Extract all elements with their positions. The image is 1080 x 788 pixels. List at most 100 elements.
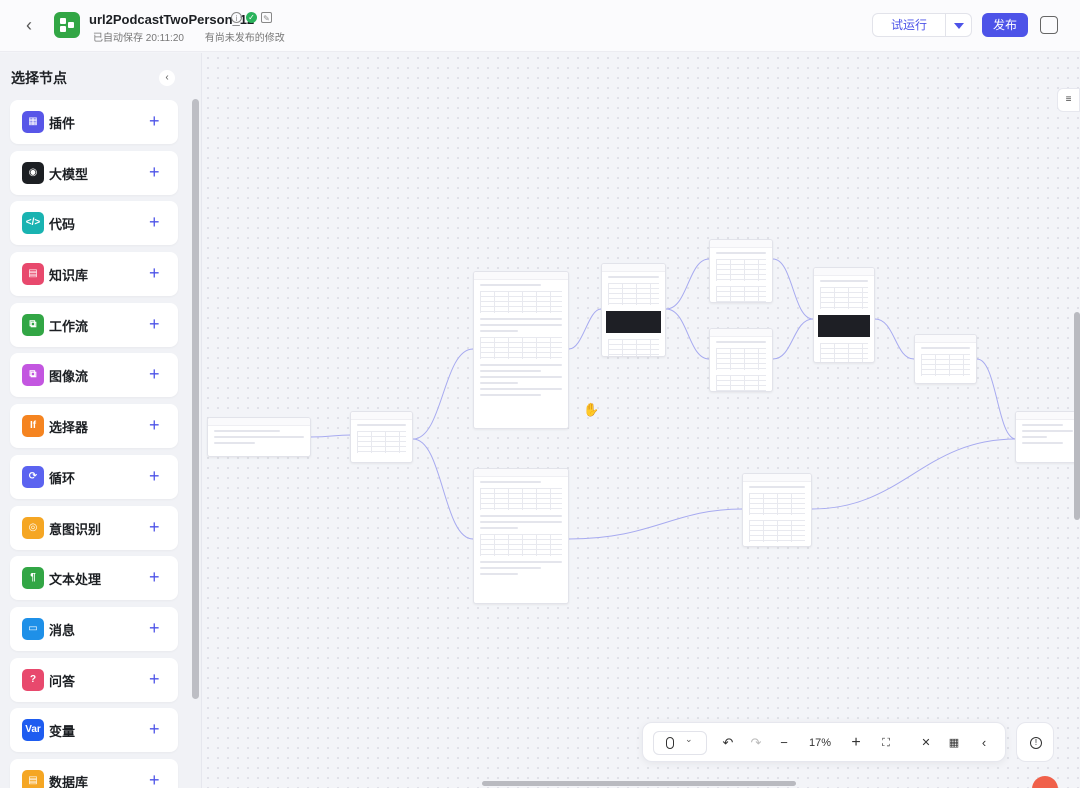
hand-cursor-icon: ✋	[583, 402, 600, 417]
comment-icon[interactable]: ‹	[975, 732, 993, 754]
panel-toggle-icon[interactable]: ≡	[1057, 88, 1080, 112]
sidebar-item-plugin[interactable]: ▦ 插件 +	[10, 100, 178, 144]
tts-node-b[interactable]	[709, 328, 773, 392]
sidebar-item-code[interactable]: </> 代码 +	[10, 201, 178, 246]
fit-view-icon[interactable]: ⛶	[877, 732, 895, 754]
sidebar-item-label: 工作流	[49, 318, 89, 334]
code-node[interactable]	[601, 263, 666, 357]
autosave-text: 已自动保存 20:11:20	[93, 33, 184, 44]
canvas-horizontal-scrollbar[interactable]	[482, 781, 796, 786]
edge	[412, 438, 474, 540]
sidebar-item-text[interactable]: ¶ 文本处理 +	[10, 556, 178, 601]
code-icon: </>	[22, 212, 44, 235]
add-node-plus-icon[interactable]: +	[149, 769, 160, 788]
edge	[976, 358, 1017, 440]
sidebar-item-variable[interactable]: Var 变量 +	[10, 708, 178, 753]
add-node-plus-icon[interactable]: +	[149, 414, 160, 436]
sidebar-item-qa[interactable]: ? 问答 +	[10, 657, 178, 702]
zoom-in-icon[interactable]: +	[847, 732, 865, 754]
add-node-plus-icon[interactable]: +	[149, 313, 160, 335]
sidebar-item-label: 文本处理	[49, 572, 102, 588]
add-node-plus-icon[interactable]: +	[149, 110, 160, 132]
sidebar-item-llm[interactable]: ◉ 大模型 +	[10, 150, 178, 195]
add-node-plus-icon[interactable]: +	[149, 718, 160, 740]
text-process-node[interactable]	[742, 473, 812, 547]
sidebar-item-label: 数据库	[49, 774, 89, 788]
interaction-mode-select[interactable]: ⌄	[653, 731, 707, 755]
info-icon[interactable]: i	[231, 12, 242, 23]
sidebar-item-label: 大模型	[49, 166, 89, 182]
qa-icon: ?	[22, 668, 44, 691]
help-button[interactable]: !	[1016, 722, 1054, 762]
workflow-icon: ⧉	[22, 313, 44, 336]
edge	[874, 318, 915, 360]
add-node-plus-icon[interactable]: +	[149, 262, 160, 284]
edges	[309, 258, 1017, 540]
edge	[568, 508, 743, 540]
workflow-app-icon	[54, 12, 80, 38]
sidebar-title: 选择节点	[11, 70, 67, 86]
publish-button[interactable]: 发布	[982, 13, 1028, 37]
collapse-chevron-icon[interactable]: ‹	[159, 70, 175, 86]
auto-layout-icon[interactable]: ▦	[945, 732, 963, 754]
workflow-canvas[interactable]: ✋	[203, 53, 1080, 788]
sidebar-item-loop[interactable]: ⟳ 循环 +	[10, 454, 178, 499]
variable-icon: Var	[22, 719, 44, 742]
sidebar-item-label: 变量	[49, 724, 76, 740]
sidebar-item-label: 知识库	[49, 268, 89, 284]
end-node[interactable]	[1015, 411, 1080, 463]
zoom-level[interactable]: 17%	[803, 732, 837, 754]
edge	[665, 258, 710, 310]
add-node-plus-icon[interactable]: +	[149, 516, 160, 538]
sidebar-item-label: 代码	[49, 217, 76, 233]
sidebar-item-label: 图像流	[49, 369, 89, 385]
sidebar-item-knowledge[interactable]: ▤ 知识库 +	[10, 252, 178, 297]
canvas-vertical-scrollbar[interactable]	[1074, 312, 1080, 520]
sidebar-scrollbar[interactable]	[192, 99, 199, 699]
undo-icon[interactable]: ↶	[719, 732, 737, 754]
edge	[568, 308, 602, 350]
redo-icon[interactable]: ↷	[747, 732, 765, 754]
add-node-plus-icon[interactable]: +	[149, 161, 160, 183]
sidebar-item-label: 循环	[49, 470, 76, 486]
workflow-node[interactable]	[350, 411, 413, 463]
knowledge-icon: ▤	[22, 263, 44, 286]
add-node-plus-icon[interactable]: +	[149, 363, 160, 385]
minimap-icon[interactable]: ✕	[917, 732, 935, 754]
add-node-plus-icon[interactable]: +	[149, 668, 160, 690]
back-arrow-icon[interactable]: ‹	[18, 14, 40, 36]
llm-node-large[interactable]	[473, 271, 569, 429]
copy-icon[interactable]	[1040, 16, 1058, 34]
top-header: ‹ url2PodcastTwoPerson_12 i ✓ ✎ 已自动保存 20…	[0, 0, 1080, 52]
sidebar-item-workflow[interactable]: ⧉ 工作流 +	[10, 302, 178, 347]
code-node-2[interactable]	[813, 267, 875, 363]
title-status-icons: i ✓ ✎	[231, 12, 272, 23]
start-node[interactable]	[207, 417, 311, 457]
add-node-plus-icon[interactable]: +	[149, 566, 160, 588]
test-run-dropdown-icon[interactable]	[946, 13, 972, 37]
unpublished-text: 有尚未发布的修改	[204, 33, 285, 44]
plugin-node[interactable]	[914, 334, 977, 384]
mouse-icon	[666, 737, 674, 749]
add-node-plus-icon[interactable]: +	[149, 617, 160, 639]
edge	[772, 318, 814, 360]
text-icon: ¶	[22, 567, 44, 590]
edit-icon[interactable]: ✎	[261, 12, 272, 23]
help-icon: !	[1030, 737, 1042, 749]
zoom-out-icon[interactable]: −	[775, 732, 793, 754]
add-node-plus-icon[interactable]: +	[149, 211, 160, 233]
sidebar-item-intent[interactable]: ◎ 意图识别 +	[10, 505, 178, 550]
test-run-button[interactable]: 试运行	[872, 13, 946, 37]
add-node-plus-icon[interactable]: +	[149, 465, 160, 487]
llm-node-lower[interactable]	[473, 468, 569, 604]
llm-icon: ◉	[22, 161, 44, 184]
selector-icon: If	[22, 415, 44, 438]
chevron-down-icon: ⌄	[685, 734, 693, 744]
tts-node-a[interactable]	[709, 239, 773, 303]
imageflow-icon: ⧉	[22, 364, 44, 387]
plugin-icon: ▦	[22, 111, 44, 133]
sidebar-item-selector[interactable]: If 选择器 +	[10, 404, 178, 449]
sidebar-item-database[interactable]: ▤ 数据库 +	[10, 758, 178, 788]
sidebar-item-message[interactable]: ▭ 消息 +	[10, 606, 178, 651]
sidebar-item-imageflow[interactable]: ⧉ 图像流 +	[10, 353, 178, 398]
